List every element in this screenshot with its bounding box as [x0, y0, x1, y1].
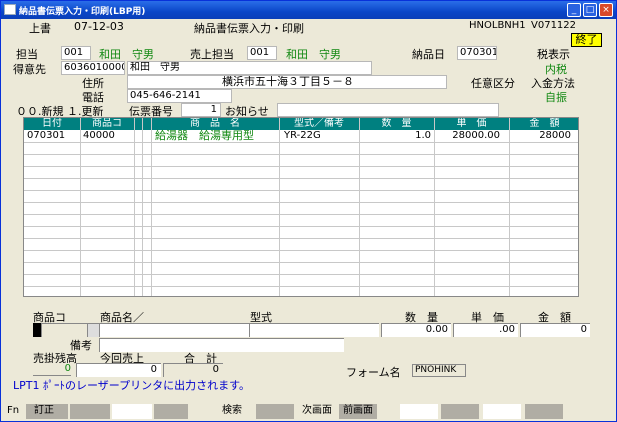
entry-name-input[interactable]: [99, 323, 249, 337]
jusho-input[interactable]: 横浜市五十海３丁目５－８: [127, 75, 447, 89]
maximize-button[interactable]: □: [583, 3, 597, 17]
col-model: 型式／備考: [294, 118, 344, 129]
grid-row-divider: [24, 250, 578, 251]
col-price: 単 価: [456, 118, 487, 129]
row-name[interactable]: 給湯器 給湯専用型: [155, 130, 254, 142]
grid-col-divider: [80, 118, 81, 296]
uriage-tanto-code-input[interactable]: 001: [247, 46, 277, 60]
grid-col-divider: [134, 118, 135, 296]
tokuisaki-code-input[interactable]: 6036010000: [61, 61, 125, 75]
detail-grid[interactable]: 日付 商品コ 商 品 名 型式／備考 数 量 単 価 金 額 070301 40…: [23, 117, 579, 297]
window-title: 納品書伝票入力・印刷(LBP用): [19, 7, 146, 17]
grid-col-divider: [279, 118, 280, 296]
col-date: 日付: [42, 118, 62, 129]
entry-price-input[interactable]: .00: [453, 323, 518, 337]
fkey-4[interactable]: [154, 404, 188, 419]
row-price[interactable]: 28000.00: [434, 130, 500, 142]
system-date: 07-12-03: [74, 20, 124, 33]
grid-row-divider: [24, 238, 578, 239]
end-button[interactable]: 終了: [571, 33, 602, 47]
grid-col-divider: [434, 118, 435, 296]
zei-label: 税表示: [537, 48, 570, 61]
entry-qty-input[interactable]: 0.00: [381, 323, 451, 337]
fkey-11[interactable]: [483, 404, 521, 419]
row-date[interactable]: 070301: [27, 130, 65, 142]
grid-row-divider: [24, 262, 578, 263]
fn-label: Fn: [7, 405, 20, 416]
fkey-next[interactable]: 次画面: [296, 404, 338, 419]
tanto-name: 和田 守男: [99, 48, 154, 61]
tokuisaki-label: 得意先: [13, 63, 46, 76]
konkai-value: 0: [76, 363, 161, 377]
grid-col-divider: [509, 118, 510, 296]
fkey-9[interactable]: [400, 404, 438, 419]
form-name-value: PNOHINK: [412, 364, 466, 377]
entry-code-input[interactable]: [41, 323, 87, 337]
app-icon: [4, 4, 16, 15]
grid-row-divider: [24, 226, 578, 227]
main-form: 上書 07-12-03 納品書伝票入力・印刷 HNOLBNH1 V071122 …: [4, 19, 613, 419]
grid-row-divider: [24, 154, 578, 155]
grid-row-divider: [24, 286, 578, 287]
tanto-label: 担当: [16, 48, 38, 61]
app-window: 納品書伝票入力・印刷(LBP用) _ □ × 上書 07-12-03 納品書伝票…: [0, 0, 617, 422]
program-id: HNOLBNH1: [469, 20, 526, 31]
grid-row-divider: [24, 274, 578, 275]
grid-row-divider: [24, 142, 578, 143]
screen-title: 納品書伝票入力・印刷: [194, 22, 304, 35]
row-model[interactable]: YR-22G: [284, 130, 321, 142]
close-button[interactable]: ×: [599, 3, 613, 17]
entry-model-input[interactable]: [249, 323, 379, 337]
grid-row-divider: [24, 202, 578, 203]
version-label: V071122: [531, 20, 577, 31]
fkey-kensaku[interactable]: 検索: [212, 404, 252, 419]
uriage-tanto-label: 売上担当: [190, 48, 234, 61]
fkey-2[interactable]: [70, 404, 110, 419]
fkey-12[interactable]: [525, 404, 563, 419]
grid-header: 日付 商品コ 商 品 名 型式／備考 数 量 単 価 金 額: [24, 118, 578, 130]
text-cursor: [33, 323, 41, 337]
gokei-value: 0: [163, 363, 223, 377]
oshirase-input[interactable]: [277, 103, 499, 117]
denwa-input[interactable]: 045-646-2141: [127, 89, 232, 103]
row-qty[interactable]: 1.0: [359, 130, 431, 142]
tokuisaki-name-input[interactable]: 和田 守男: [127, 61, 372, 75]
nohinbi-label: 納品日: [412, 48, 445, 61]
entry-code-suffix[interactable]: [87, 323, 99, 337]
denpyo-no-input[interactable]: 1: [181, 103, 221, 117]
uriage-tanto-name: 和田 守男: [286, 48, 341, 61]
status-message: LPT1 ﾎﾟｰﾄのレーザープリンタに出力されます。: [13, 379, 250, 392]
grid-row-divider: [24, 178, 578, 179]
grid-row-divider: [24, 190, 578, 191]
nohinbi-input[interactable]: 070301: [457, 46, 497, 60]
grid-row-divider: [24, 214, 578, 215]
grid-col-divider: [142, 118, 143, 296]
fkey-prev[interactable]: 前画面: [339, 404, 377, 419]
col-code: 商品コ: [92, 118, 122, 129]
grid-col-divider: [359, 118, 360, 296]
fkey-10[interactable]: [441, 404, 479, 419]
col-amount: 金 額: [529, 118, 560, 129]
fkey-6[interactable]: [256, 404, 294, 419]
mode-label: 上書: [29, 22, 51, 35]
nini-kubun-label: 任意区分: [471, 77, 515, 90]
col-qty: 数 量: [381, 118, 412, 129]
fkey-teisei[interactable]: 訂正: [26, 404, 68, 419]
tanto-code-input[interactable]: 001: [61, 46, 91, 60]
grid-col-divider: [151, 118, 152, 296]
entry-amount-input[interactable]: 0: [520, 323, 590, 337]
title-bar: 納品書伝票入力・印刷(LBP用) _ □ ×: [1, 1, 616, 19]
row-code[interactable]: 40000: [83, 130, 115, 142]
minimize-button[interactable]: _: [567, 3, 581, 17]
grid-row-divider: [24, 166, 578, 167]
row-amount[interactable]: 28000: [509, 130, 571, 142]
urikake-value: 0: [33, 363, 71, 376]
fkey-3[interactable]: [112, 404, 152, 419]
nyukin-value: 自振: [545, 91, 567, 104]
form-name-label: フォーム名: [346, 366, 401, 379]
